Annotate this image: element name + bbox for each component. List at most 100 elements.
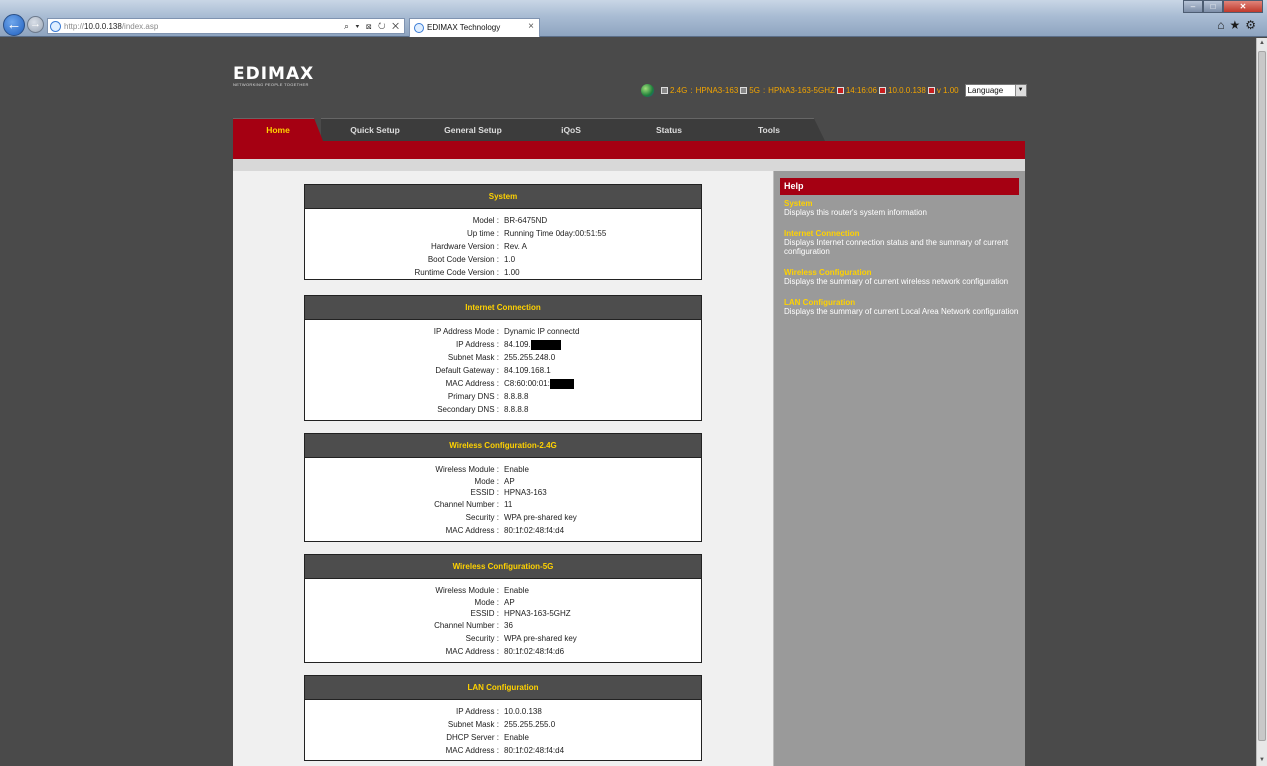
- row-key: IP Address :: [456, 707, 499, 716]
- tab-quick-setup[interactable]: Quick Setup: [321, 118, 429, 141]
- row-key: Channel Number :: [434, 500, 499, 509]
- row-key: DHCP Server :: [446, 733, 499, 742]
- language-select[interactable]: Language ▼: [964, 83, 1027, 97]
- row-key: MAC Address :: [445, 526, 499, 535]
- table-row: Runtime Code Version : 1.00: [305, 266, 701, 279]
- firmware-version-label: v 1.00: [936, 85, 959, 95]
- row-key: Runtime Code Version :: [414, 268, 500, 277]
- table-row: IP Address Mode : Dynamic IP connectd: [305, 325, 701, 338]
- address-bar[interactable]: http://10.0.0.138/index.asp ⌕ ▾ ⊠ ↻ ✕: [47, 18, 405, 34]
- tab-tools[interactable]: Tools: [713, 118, 825, 141]
- row-value: AP: [504, 598, 515, 607]
- home-icon[interactable]: ⌂: [1217, 18, 1229, 32]
- table-row: IP Address : 84.109.: [305, 338, 701, 351]
- row-key: MAC Address :: [445, 746, 499, 755]
- row-key: Boot Code Version :: [427, 255, 499, 264]
- help-item-title[interactable]: LAN Configuration: [784, 298, 1019, 307]
- help-item-title[interactable]: Wireless Configuration: [784, 268, 1019, 277]
- vertical-scrollbar[interactable]: ▲ ▼: [1256, 38, 1267, 766]
- tab-general-setup[interactable]: General Setup: [417, 118, 529, 141]
- row-value: Enable: [504, 733, 529, 742]
- browser-toolbar-icons: ⌂★⚙: [1217, 18, 1261, 32]
- table-row: Boot Code Version : 1.0: [305, 253, 701, 266]
- row-key: MAC Address :: [445, 379, 499, 388]
- redacted-block: [549, 378, 574, 389]
- row-value: C8:60:00:01:: [501, 377, 701, 390]
- status-square-icon: [879, 86, 886, 94]
- scroll-up-arrow-icon[interactable]: ▲: [1257, 38, 1267, 49]
- table-row: IP Address : 10.0.0.138: [305, 705, 701, 718]
- address-url: http://10.0.0.138/index.asp: [64, 22, 159, 31]
- gear-icon[interactable]: ⚙: [1245, 18, 1261, 32]
- ie-page-icon: [50, 21, 61, 32]
- row-value: Dynamic IP connectd: [504, 327, 580, 336]
- table-row: MAC Address : 80:1f:02:48:f4:d4: [305, 744, 701, 757]
- address-tools[interactable]: ⌕ ▾ ⊠ ↻ ✕: [344, 21, 401, 32]
- help-item-wireless: Wireless Configuration Displays the summ…: [780, 268, 1019, 286]
- status-square-icon: [836, 86, 844, 94]
- help-item-desc: Displays the summary of current Local Ar…: [784, 307, 1019, 316]
- table-row: MAC Address : C8:60:00:01:: [305, 377, 701, 390]
- help-item-title[interactable]: System: [784, 199, 1019, 208]
- table-row: Channel Number : 36: [305, 619, 701, 632]
- row-key: ESSID :: [470, 609, 499, 618]
- status-square-icon: [661, 86, 668, 94]
- row-value: 36: [504, 621, 513, 630]
- row-value: 10.0.0.138: [504, 707, 542, 716]
- panel-title: Wireless Configuration-5G: [305, 555, 701, 579]
- row-key: Mode :: [474, 598, 499, 607]
- tab-home[interactable]: Home: [233, 118, 323, 141]
- browser-tab[interactable]: EDIMAX Technology ×: [409, 18, 540, 37]
- row-key: Model :: [472, 216, 499, 225]
- tab-close-icon[interactable]: ×: [528, 21, 534, 32]
- edimax-logo: EDIMAX NETWORKING PEOPLE TOGETHER: [233, 64, 314, 87]
- tab-title: EDIMAX Technology: [427, 23, 501, 32]
- table-row: Mode : AP: [305, 476, 701, 487]
- table-row: Model : BR-6475ND: [305, 214, 701, 227]
- minimize-button[interactable]: –: [1183, 0, 1203, 13]
- row-key: Security :: [465, 513, 499, 522]
- row-value: 84.109.: [501, 338, 701, 351]
- scroll-down-arrow-icon[interactable]: ▼: [1257, 755, 1267, 766]
- redacted-block: [530, 339, 561, 350]
- row-value: WPA pre-shared key: [504, 634, 577, 643]
- main-content: System Model : BR-6475ND Up time : Running…: [233, 171, 773, 766]
- star-icon[interactable]: ★: [1229, 18, 1245, 32]
- browser-chrome: ← → http://10.0.0.138/index.asp ⌕ ▾ ⊠ ↻ …: [0, 0, 1267, 37]
- help-item-title[interactable]: Internet Connection: [784, 229, 1019, 238]
- tab-status[interactable]: Status: [613, 118, 725, 141]
- status-square-icon: [927, 86, 935, 94]
- system-table: Model : BR-6475ND Up time : Running Time 0…: [305, 214, 701, 279]
- time-label: 14:16:06: [845, 85, 877, 95]
- row-key: Channel Number :: [434, 621, 499, 630]
- wireless-5g-panel: Wireless Configuration-5G Wireless Modul…: [304, 554, 702, 663]
- table-row: Subnet Mask : 255.255.255.0: [305, 718, 701, 731]
- row-key: Hardware Version :: [430, 242, 499, 251]
- band-24-label: 2.4G: [670, 85, 688, 95]
- chevron-down-icon[interactable]: ▼: [1014, 84, 1026, 96]
- table-row: MAC Address : 80:1f:02:48:f4:d4: [305, 524, 701, 537]
- row-value: 1.0: [504, 255, 516, 264]
- table-row: Hardware Version : Rev. A: [305, 240, 701, 253]
- row-key: Default Gateway :: [435, 366, 499, 375]
- forward-button[interactable]: →: [27, 16, 44, 33]
- maximize-button[interactable]: □: [1203, 0, 1223, 13]
- row-value: 255.255.248.0: [504, 353, 556, 362]
- window-controls: – □ ✕: [1183, 0, 1263, 13]
- row-value: 8.8.8.8: [504, 405, 529, 414]
- row-key: Secondary DNS :: [437, 405, 499, 414]
- row-value: 80:1f:02:48:f4:d4: [504, 746, 565, 755]
- close-window-button[interactable]: ✕: [1223, 0, 1263, 13]
- wireless-24g-panel: Wireless Configuration-2.4G Wireless Mod…: [304, 433, 702, 542]
- table-row: Default Gateway : 84.109.168.1: [305, 364, 701, 377]
- back-button[interactable]: ←: [3, 14, 25, 36]
- lan-configuration-panel: LAN Configuration IP Address : 10.0.0.138…: [304, 675, 702, 761]
- wireless-5g-table: Wireless Module : Enable Mode : AP ESSID :…: [305, 584, 701, 658]
- language-select-value: Language: [967, 85, 1004, 95]
- row-key: Up time :: [466, 229, 499, 238]
- row-key: Wireless Module :: [435, 586, 499, 595]
- scrollbar-thumb[interactable]: [1258, 51, 1266, 741]
- tab-iqos[interactable]: iQoS: [517, 118, 625, 141]
- row-value: 80:1f:02:48:f4:d6: [504, 647, 565, 656]
- help-item-internet: Internet Connection Displays Internet co…: [780, 229, 1019, 256]
